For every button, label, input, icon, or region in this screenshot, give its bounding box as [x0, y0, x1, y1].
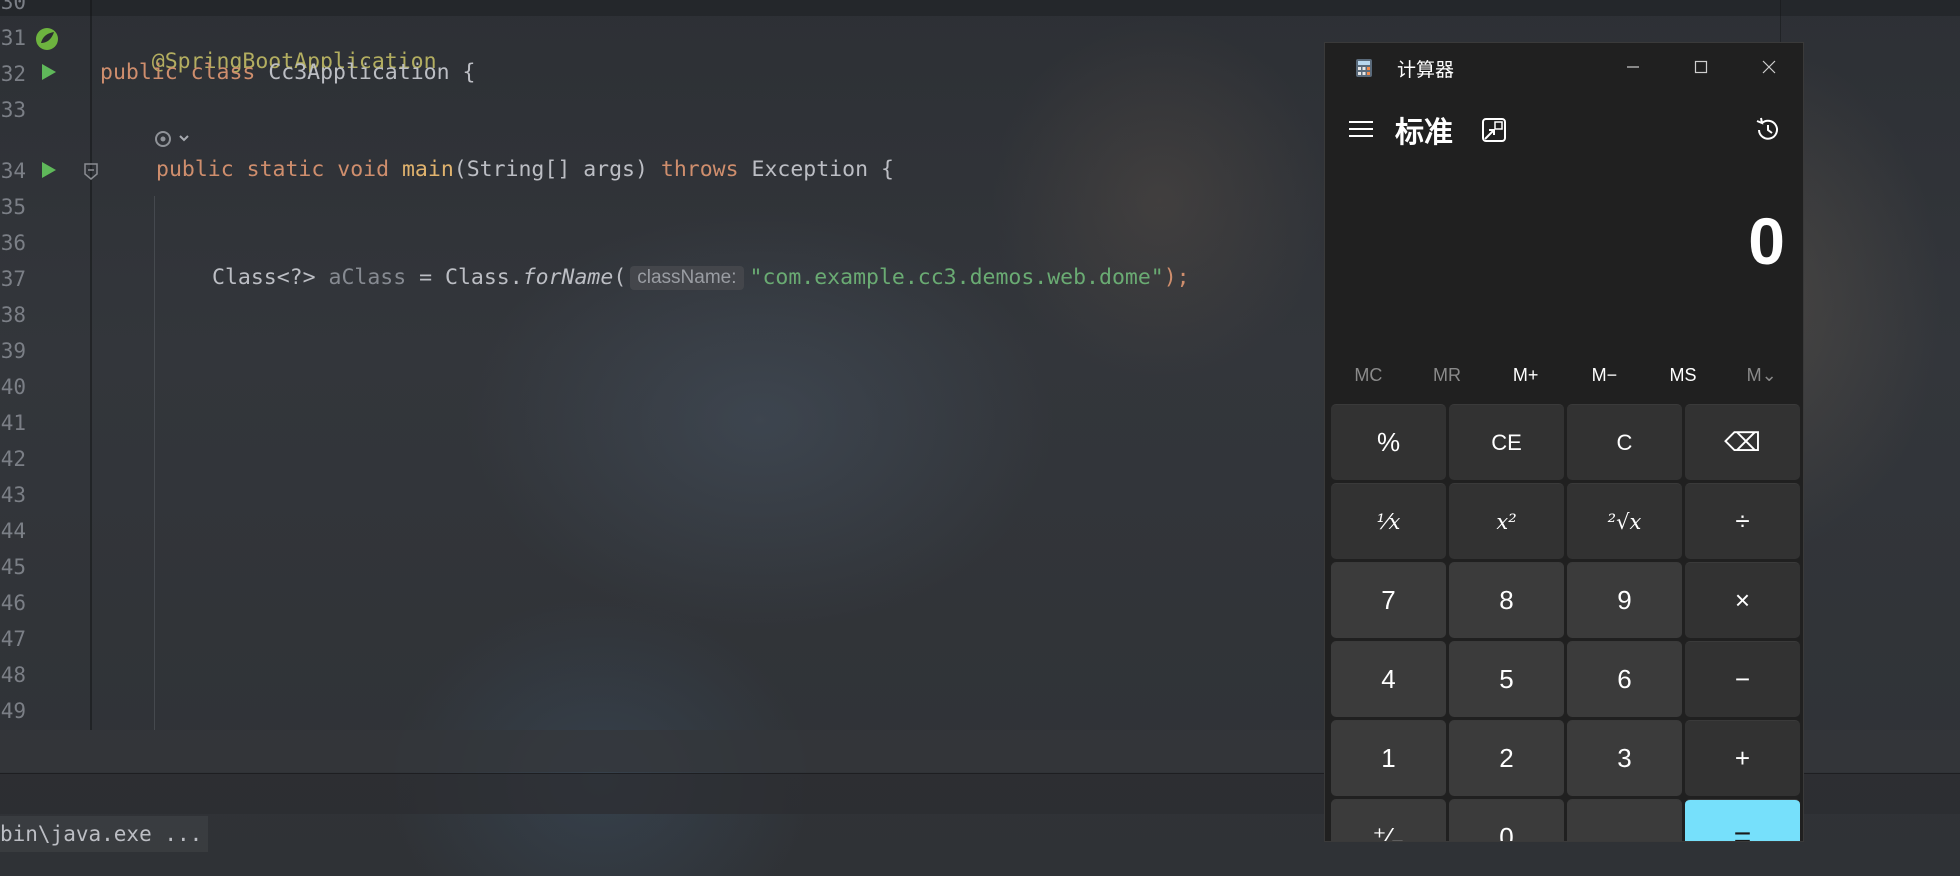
- keyword: public: [156, 157, 234, 182]
- run-icon[interactable]: [40, 62, 58, 82]
- close-icon: [1762, 60, 1776, 74]
- add-key[interactable]: +: [1685, 720, 1800, 796]
- calculator-app-icon: [1356, 59, 1372, 77]
- line-number: 42: [0, 447, 26, 471]
- statement-end: );: [1163, 265, 1190, 290]
- line-number: 46: [0, 591, 26, 615]
- clear-entry-key[interactable]: CE: [1449, 404, 1564, 480]
- line-number: 36: [0, 231, 26, 255]
- multiply-key[interactable]: ×: [1685, 562, 1800, 638]
- line-number: 30: [0, 0, 26, 14]
- result-display: 0: [1748, 204, 1785, 278]
- keypad: % CE C ⌫ ¹⁄x x² ²√x ÷ 7 8 9 × 4 5 6− 1 2 3 + ⁺⁄₋ 0. =: [1331, 404, 1800, 841]
- line-number: 37: [0, 267, 26, 291]
- run-icon[interactable]: [40, 160, 58, 180]
- variable-name: aClass: [328, 265, 407, 290]
- method-params: (String[] args): [453, 157, 648, 182]
- class-declaration: Cc3Application {: [268, 60, 476, 85]
- minimize-button[interactable]: [1599, 43, 1667, 91]
- line-number: 49: [0, 699, 26, 723]
- equals-key[interactable]: =: [1685, 799, 1800, 841]
- minimize-icon: [1627, 66, 1639, 68]
- string-literal: "com.example.cc3.demos.web.dome": [749, 265, 1164, 290]
- digit-9-key[interactable]: 9: [1567, 562, 1682, 638]
- digit-1-key[interactable]: 1: [1331, 720, 1446, 796]
- indent-guide: [154, 196, 155, 730]
- parameter-hint: className:: [630, 266, 744, 290]
- digit-7-key[interactable]: 7: [1331, 562, 1446, 638]
- subtract-key[interactable]: −: [1685, 641, 1800, 717]
- digit-4-key[interactable]: 4: [1331, 641, 1446, 717]
- line-number: 39: [0, 339, 26, 363]
- line-number: 38: [0, 303, 26, 327]
- code-line-32[interactable]: public class Cc3Application {: [100, 60, 475, 85]
- exception-type: Exception {: [751, 157, 894, 182]
- digit-5-key[interactable]: 5: [1449, 641, 1564, 717]
- memory-add-button[interactable]: M+: [1486, 353, 1565, 397]
- keep-on-top-icon[interactable]: [1481, 117, 1507, 143]
- window-title: 计算器: [1397, 60, 1455, 81]
- memory-recall-button[interactable]: MR: [1408, 353, 1487, 397]
- menu-icon[interactable]: [1347, 117, 1375, 141]
- close-button[interactable]: [1735, 43, 1803, 91]
- ai-assistant-icon[interactable]: [152, 128, 196, 150]
- reciprocal-key[interactable]: ¹⁄x: [1331, 483, 1446, 559]
- digit-8-key[interactable]: 8: [1449, 562, 1564, 638]
- percent-key[interactable]: %: [1331, 404, 1446, 480]
- calculator-header: 标准: [1325, 105, 1803, 153]
- square-key[interactable]: x²: [1449, 483, 1564, 559]
- memory-list-button[interactable]: M⌄: [1722, 353, 1801, 397]
- line-number: 32: [0, 62, 26, 86]
- line-number: 40: [0, 375, 26, 399]
- gutter-divider: [90, 0, 92, 730]
- keyword: public: [100, 60, 178, 85]
- history-icon[interactable]: [1753, 115, 1783, 145]
- line-number: 34: [0, 159, 26, 183]
- divide-key[interactable]: ÷: [1685, 483, 1800, 559]
- keyword: throws: [660, 157, 739, 182]
- maximize-icon: [1694, 60, 1708, 74]
- line-number: 31: [0, 26, 26, 50]
- run-console-output: bin\java.exe ...: [0, 816, 209, 852]
- title-bar[interactable]: 计算器: [1325, 43, 1803, 91]
- backspace-key[interactable]: ⌫: [1685, 404, 1800, 480]
- fold-icon[interactable]: [82, 162, 100, 182]
- method-name: main: [401, 157, 454, 182]
- maximize-button[interactable]: [1667, 43, 1735, 91]
- digit-0-key[interactable]: 0: [1449, 799, 1564, 841]
- open-paren: (: [613, 265, 627, 290]
- decimal-key[interactable]: .: [1567, 799, 1682, 841]
- negate-key[interactable]: ⁺⁄₋: [1331, 799, 1446, 841]
- memory-subtract-button[interactable]: M−: [1565, 353, 1644, 397]
- assignment: = Class.: [419, 265, 523, 290]
- line-number: 45: [0, 555, 26, 579]
- digit-3-key[interactable]: 3: [1567, 720, 1682, 796]
- code-line-34[interactable]: public static void main(String[] args) t…: [156, 157, 894, 182]
- spring-bean-icon[interactable]: [34, 26, 60, 52]
- keyword: class: [190, 60, 256, 85]
- line-number: 41: [0, 411, 26, 435]
- keyword: static: [246, 157, 325, 182]
- line-number: 35: [0, 195, 26, 219]
- editor-top-strip: [0, 0, 1960, 16]
- keyword: void: [337, 157, 390, 182]
- line-number: 48: [0, 663, 26, 687]
- digit-6-key[interactable]: 6: [1567, 641, 1682, 717]
- type-name: Class<?>: [212, 265, 316, 290]
- memory-row: MC MR M+ M− MS M⌄: [1329, 353, 1801, 397]
- memory-store-button[interactable]: MS: [1644, 353, 1723, 397]
- line-number: 43: [0, 483, 26, 507]
- square-root-key[interactable]: ²√x: [1567, 483, 1682, 559]
- calculator-window[interactable]: 计算器 标准 0 MC MR M+ M− MS M⌄ % CE C ⌫ ¹⁄x …: [1324, 42, 1804, 842]
- line-number: 44: [0, 519, 26, 543]
- digit-2-key[interactable]: 2: [1449, 720, 1564, 796]
- line-number: 47: [0, 627, 26, 651]
- clear-key[interactable]: C: [1567, 404, 1682, 480]
- method-call: forName: [522, 265, 614, 290]
- mode-title: 标准: [1395, 117, 1454, 149]
- code-line-37[interactable]: Class<?> aClass = Class.forName(classNam…: [212, 265, 1190, 290]
- line-number: 33: [0, 98, 26, 122]
- memory-clear-button[interactable]: MC: [1329, 353, 1408, 397]
